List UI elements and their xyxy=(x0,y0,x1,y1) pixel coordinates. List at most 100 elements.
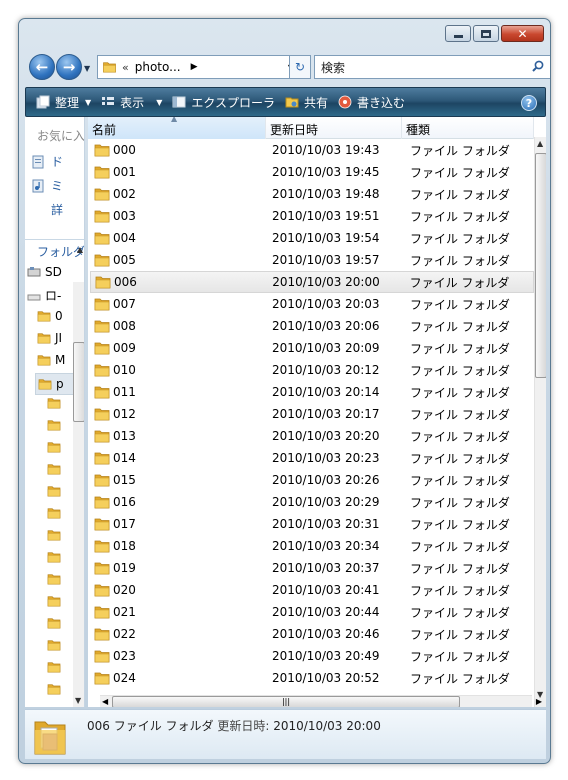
file-row[interactable]: 000 2010/10/03 19:43 ファイル フォルダ xyxy=(90,139,534,161)
favorite-link[interactable]: ド xyxy=(31,153,63,170)
minimize-button[interactable] xyxy=(445,25,471,42)
tree-item[interactable]: JI xyxy=(37,331,62,345)
file-date: 2010/10/03 20:52 xyxy=(272,671,380,685)
navigation-scroll-thumb[interactable] xyxy=(73,342,84,422)
file-row[interactable]: 004 2010/10/03 19:54 ファイル フォルダ xyxy=(90,227,534,249)
column-header-type[interactable]: 種類 xyxy=(402,117,534,139)
file-row[interactable]: 024 2010/10/03 20:52 ファイル フォルダ xyxy=(90,667,534,689)
file-name: 024 xyxy=(113,671,136,685)
tree-item[interactable]: ロ- xyxy=(27,287,61,304)
file-type: ファイル フォルダ xyxy=(410,649,510,664)
tree-subfolder[interactable] xyxy=(47,639,65,651)
file-type: ファイル フォルダ xyxy=(410,429,510,444)
file-row[interactable]: 021 2010/10/03 20:44 ファイル フォルダ xyxy=(90,601,534,623)
vertical-scroll-thumb[interactable] xyxy=(535,153,546,378)
address-overflow-chevron[interactable]: « xyxy=(122,61,129,74)
tree-subfolder[interactable] xyxy=(47,485,65,497)
tree-item[interactable]: M xyxy=(37,353,65,367)
file-name-cell: 008 xyxy=(90,319,268,333)
file-row[interactable]: 013 2010/10/03 20:20 ファイル フォルダ xyxy=(90,425,534,447)
tree-item-label: 0 xyxy=(55,309,63,323)
column-header-date[interactable]: 更新日時 xyxy=(266,117,402,139)
file-row[interactable]: 002 2010/10/03 19:48 ファイル フォルダ xyxy=(90,183,534,205)
tree-subfolder[interactable] xyxy=(47,441,65,453)
details-pane: 006 ファイル フォルダ 更新日時: 2010/10/03 20:00 xyxy=(25,709,546,759)
file-row[interactable]: 008 2010/10/03 20:06 ファイル フォルダ xyxy=(90,315,534,337)
close-button[interactable]: ✕ xyxy=(501,25,544,42)
file-row[interactable]: 022 2010/10/03 20:46 ファイル フォルダ xyxy=(90,623,534,645)
scroll-left-icon[interactable]: ◀ xyxy=(102,697,108,706)
file-row[interactable]: 019 2010/10/03 20:37 ファイル フォルダ xyxy=(90,557,534,579)
explorer-button[interactable]: エクスプローラ xyxy=(172,94,275,111)
file-row[interactable]: 012 2010/10/03 20:17 ファイル フォルダ xyxy=(90,403,534,425)
file-row[interactable]: 020 2010/10/03 20:41 ファイル フォルダ xyxy=(90,579,534,601)
tree-item[interactable]: SD xyxy=(27,265,62,279)
history-dropdown-icon[interactable]: ▼ xyxy=(84,64,90,73)
tree-subfolder[interactable] xyxy=(47,507,65,519)
file-name: 016 xyxy=(113,495,136,509)
close-icon: ✕ xyxy=(517,26,528,41)
views-button[interactable]: 表示 ▼ xyxy=(101,94,162,111)
tree-subfolder[interactable] xyxy=(47,529,65,541)
tree-subfolder[interactable] xyxy=(47,595,65,607)
horizontal-scroll-thumb[interactable]: ||| xyxy=(112,696,460,707)
address-path[interactable]: photo... xyxy=(135,60,181,74)
share-icon xyxy=(285,97,299,108)
tree-subfolder[interactable] xyxy=(47,419,65,431)
tree-subfolder[interactable] xyxy=(47,397,65,409)
file-row[interactable]: 003 2010/10/03 19:51 ファイル フォルダ xyxy=(90,205,534,227)
file-row[interactable]: 023 2010/10/03 20:49 ファイル フォルダ xyxy=(90,645,534,667)
tree-subfolder[interactable] xyxy=(47,551,65,563)
back-button[interactable]: ← xyxy=(29,54,55,80)
file-row[interactable]: 007 2010/10/03 20:03 ファイル フォルダ xyxy=(90,293,534,315)
file-row[interactable]: 016 2010/10/03 20:29 ファイル フォルダ xyxy=(90,491,534,513)
horizontal-scrollbar[interactable]: ||| ◀ ▶ xyxy=(100,695,542,707)
burn-button[interactable]: 書き込む xyxy=(338,94,405,111)
favorite-link[interactable]: 詳 xyxy=(51,201,63,218)
tree-subfolder[interactable] xyxy=(47,661,65,673)
scroll-right-icon[interactable]: ▶ xyxy=(536,697,542,706)
help-button[interactable]: ? xyxy=(521,95,537,111)
vertical-scrollbar[interactable]: ▲ ▼ xyxy=(534,137,546,707)
address-bar[interactable]: « photo... ▶ ▼ xyxy=(97,55,299,79)
tree-item[interactable]: p xyxy=(35,373,75,395)
favorite-link[interactable]: ミ xyxy=(31,177,63,194)
file-type: ファイル フォルダ xyxy=(410,671,510,686)
organize-icon xyxy=(36,95,50,109)
tree-subfolder[interactable] xyxy=(47,463,65,475)
file-row[interactable]: 006 2010/10/03 20:00 ファイル フォルダ xyxy=(90,271,534,293)
file-date: 2010/10/03 20:49 xyxy=(272,649,380,663)
column-header-name[interactable]: ▲ 名前 xyxy=(88,117,266,139)
search-icon[interactable] xyxy=(532,60,544,72)
organize-button[interactable]: 整理 ▼ xyxy=(36,94,91,111)
breadcrumb-arrow-icon[interactable]: ▶ xyxy=(191,62,198,72)
file-name: 018 xyxy=(113,539,136,553)
tree-subfolder[interactable] xyxy=(47,683,65,695)
scroll-down-icon[interactable]: ▼ xyxy=(75,696,81,705)
tree-subfolder[interactable] xyxy=(47,617,65,629)
search-box[interactable]: 検索 xyxy=(314,55,550,79)
help-icon: ? xyxy=(525,96,533,110)
folders-heading[interactable]: フォルダ ▲ xyxy=(25,239,84,263)
tree-subfolder[interactable] xyxy=(47,573,65,585)
scroll-up-icon[interactable]: ▲ xyxy=(537,139,543,148)
file-row[interactable]: 005 2010/10/03 19:57 ファイル フォルダ xyxy=(90,249,534,271)
file-name-cell: 007 xyxy=(90,297,268,311)
file-row[interactable]: 009 2010/10/03 20:09 ファイル フォルダ xyxy=(90,337,534,359)
file-row[interactable]: 010 2010/10/03 20:12 ファイル フォルダ xyxy=(90,359,534,381)
share-button[interactable]: 共有 xyxy=(285,94,328,111)
forward-button[interactable]: → xyxy=(56,54,82,80)
folder-icon xyxy=(94,649,110,663)
file-date: 2010/10/03 20:37 xyxy=(272,561,380,575)
file-row[interactable]: 011 2010/10/03 20:14 ファイル フォルダ xyxy=(90,381,534,403)
file-row[interactable]: 015 2010/10/03 20:26 ファイル フォルダ xyxy=(90,469,534,491)
navigation-scrollbar[interactable]: ▼ xyxy=(73,282,84,707)
tree-item[interactable]: 0 xyxy=(37,309,63,323)
maximize-button[interactable] xyxy=(473,25,499,42)
file-row[interactable]: 018 2010/10/03 20:34 ファイル フォルダ xyxy=(90,535,534,557)
refresh-button[interactable]: ↻ xyxy=(289,55,311,79)
file-row[interactable]: 017 2010/10/03 20:31 ファイル フォルダ xyxy=(90,513,534,535)
minimize-icon xyxy=(453,34,463,38)
file-row[interactable]: 014 2010/10/03 20:23 ファイル フォルダ xyxy=(90,447,534,469)
file-row[interactable]: 001 2010/10/03 19:45 ファイル フォルダ xyxy=(90,161,534,183)
